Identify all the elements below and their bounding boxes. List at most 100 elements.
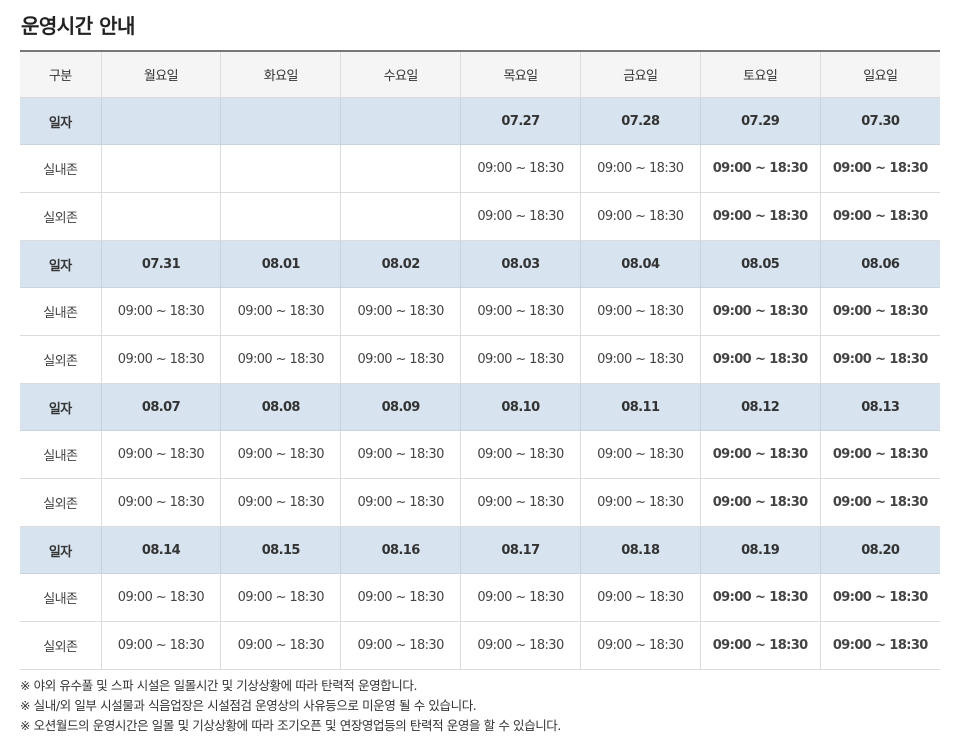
hours-cell-tuesday: 09:00 ~ 18:30 xyxy=(220,287,341,336)
hours-cell-monday: 09:00 ~ 18:30 xyxy=(100,478,221,527)
hours-cell-thursday: 09:00 ~ 18:30 xyxy=(460,335,581,384)
date-cell-tuesday: 08.15 xyxy=(220,526,341,574)
date-cell-thursday: 07.27 xyxy=(460,97,581,145)
hours-cell-friday: 09:00 ~ 18:30 xyxy=(579,621,701,670)
date-cell-tuesday xyxy=(220,97,341,145)
header-monday: 월요일 xyxy=(100,51,221,98)
hours-cell-saturday: 09:00 ~ 18:30 xyxy=(699,192,821,241)
hours-cell-thursday: 09:00 ~ 18:30 xyxy=(460,573,581,622)
hours-cell-monday: 09:00 ~ 18:30 xyxy=(100,573,221,622)
hours-cell-sunday: 09:00 ~ 18:30 xyxy=(819,192,940,241)
hours-cell-monday: 09:00 ~ 18:30 xyxy=(100,287,221,336)
date-cell-saturday: 08.12 xyxy=(699,383,821,431)
date-cell-friday: 08.18 xyxy=(579,526,701,574)
date-row: 일자 07.31 08.01 08.02 08.03 08.04 08.05 08.06 xyxy=(20,240,940,288)
hours-cell-friday: 09:00 ~ 18:30 xyxy=(579,573,701,622)
hours-cell-friday: 09:00 ~ 18:30 xyxy=(579,478,701,527)
header-wednesday: 수요일 xyxy=(340,51,461,98)
date-row-label: 일자 xyxy=(20,240,102,288)
page-title: 운영시간 안내 xyxy=(21,14,135,38)
hours-cell-friday: 09:00 ~ 18:30 xyxy=(579,430,701,479)
date-row: 일자 08.07 08.08 08.09 08.10 08.11 08.12 08.13 xyxy=(20,383,940,431)
date-cell-monday: 08.14 xyxy=(100,526,221,574)
note-line: ※ 실내/외 일부 시설물과 식음업장은 시설점검 운영상의 사유등으로 미운영… xyxy=(20,698,477,713)
hours-cell-saturday: 09:00 ~ 18:30 xyxy=(699,621,821,670)
header-category: 구분 xyxy=(20,51,102,98)
zone-label: 실내존 xyxy=(20,287,102,336)
indoor-zone-row: 실내존 09:00 ~ 18:30 09:00 ~ 18:30 09:00 ~ 18:… xyxy=(20,430,940,479)
date-cell-wednesday: 08.09 xyxy=(340,383,461,431)
operating-hours-table: 구분 월요일 화요일 수요일 목요일 금요일 토요일 일요일 일자 07.27 07… xyxy=(20,50,940,670)
hours-cell-sunday: 09:00 ~ 18:30 xyxy=(819,144,940,193)
table-header-row: 구분 월요일 화요일 수요일 목요일 금요일 토요일 일요일 xyxy=(20,51,940,98)
note-line: ※ 야외 유수풀 및 스파 시설은 일몰시간 및 기상상황에 따라 탄력적 운영… xyxy=(20,678,418,693)
date-cell-sunday: 08.06 xyxy=(819,240,940,288)
hours-cell-wednesday: 09:00 ~ 18:30 xyxy=(340,335,461,384)
indoor-zone-row: 실내존 09:00 ~ 18:30 09:00 ~ 18:30 09:00 ~ 18:… xyxy=(20,287,940,336)
zone-label: 실내존 xyxy=(20,573,102,622)
hours-cell-sunday: 09:00 ~ 18:30 xyxy=(819,335,940,384)
date-cell-friday: 08.04 xyxy=(579,240,701,288)
outdoor-zone-row: 실외존 09:00 ~ 18:30 09:00 ~ 18:30 09:00 ~ 18:… xyxy=(20,478,940,527)
hours-cell-sunday: 09:00 ~ 18:30 xyxy=(819,287,940,336)
indoor-zone-row: 실내존 09:00 ~ 18:30 09:00 ~ 18:30 09:00 ~ 18:… xyxy=(20,573,940,622)
operating-hours-page: 운영시간 안내 구분 월요일 화요일 수요일 목요일 금요일 토요일 일요일 일… xyxy=(0,0,955,746)
indoor-zone-row: 실내존 09:00 ~ 18:30 09:00 ~ 18:30 09:00 ~ 18:… xyxy=(20,144,940,193)
hours-cell-saturday: 09:00 ~ 18:30 xyxy=(699,144,821,193)
hours-cell-sunday: 09:00 ~ 18:30 xyxy=(819,621,940,670)
date-cell-sunday: 08.20 xyxy=(819,526,940,574)
hours-cell-wednesday xyxy=(340,192,461,241)
date-cell-friday: 08.11 xyxy=(579,383,701,431)
notes: ※ 야외 유수풀 및 스파 시설은 일몰시간 및 기상상황에 따라 탄력적 운영… xyxy=(20,676,561,736)
hours-cell-wednesday: 09:00 ~ 18:30 xyxy=(340,287,461,336)
date-row-label: 일자 xyxy=(20,383,102,431)
hours-cell-monday xyxy=(100,192,221,241)
date-cell-monday: 07.31 xyxy=(100,240,221,288)
zone-label: 실외존 xyxy=(20,478,102,527)
date-cell-tuesday: 08.08 xyxy=(220,383,341,431)
hours-cell-thursday: 09:00 ~ 18:30 xyxy=(460,430,581,479)
date-cell-monday: 08.07 xyxy=(100,383,221,431)
hours-cell-thursday: 09:00 ~ 18:30 xyxy=(460,621,581,670)
hours-cell-saturday: 09:00 ~ 18:30 xyxy=(699,287,821,336)
hours-cell-saturday: 09:00 ~ 18:30 xyxy=(699,478,821,527)
hours-cell-tuesday xyxy=(220,192,341,241)
hours-cell-thursday: 09:00 ~ 18:30 xyxy=(460,287,581,336)
hours-cell-sunday: 09:00 ~ 18:30 xyxy=(819,430,940,479)
hours-cell-tuesday: 09:00 ~ 18:30 xyxy=(220,478,341,527)
zone-label: 실내존 xyxy=(20,144,102,193)
date-row: 일자 07.27 07.28 07.29 07.30 xyxy=(20,97,940,145)
date-row: 일자 08.14 08.15 08.16 08.17 08.18 08.19 08.20 xyxy=(20,526,940,574)
zone-label: 실외존 xyxy=(20,621,102,670)
hours-cell-thursday: 09:00 ~ 18:30 xyxy=(460,144,581,193)
hours-cell-friday: 09:00 ~ 18:30 xyxy=(579,335,701,384)
hours-cell-tuesday: 09:00 ~ 18:30 xyxy=(220,430,341,479)
hours-cell-tuesday: 09:00 ~ 18:30 xyxy=(220,335,341,384)
hours-cell-friday: 09:00 ~ 18:30 xyxy=(579,144,701,193)
date-cell-thursday: 08.17 xyxy=(460,526,581,574)
hours-cell-wednesday: 09:00 ~ 18:30 xyxy=(340,621,461,670)
zone-label: 실외존 xyxy=(20,335,102,384)
hours-cell-tuesday xyxy=(220,144,341,193)
hours-cell-friday: 09:00 ~ 18:30 xyxy=(579,192,701,241)
hours-cell-friday: 09:00 ~ 18:30 xyxy=(579,287,701,336)
date-cell-sunday: 07.30 xyxy=(819,97,940,145)
hours-cell-monday xyxy=(100,144,221,193)
date-cell-saturday: 07.29 xyxy=(699,97,821,145)
hours-cell-wednesday: 09:00 ~ 18:30 xyxy=(340,478,461,527)
hours-cell-saturday: 09:00 ~ 18:30 xyxy=(699,335,821,384)
date-row-label: 일자 xyxy=(20,97,102,145)
hours-cell-saturday: 09:00 ~ 18:30 xyxy=(699,430,821,479)
hours-cell-thursday: 09:00 ~ 18:30 xyxy=(460,192,581,241)
zone-label: 실내존 xyxy=(20,430,102,479)
note-line: ※ 오션월드의 운영시간은 일몰 및 기상상황에 따라 조기오픈 및 연장영업등… xyxy=(20,718,561,733)
hours-cell-sunday: 09:00 ~ 18:30 xyxy=(819,478,940,527)
header-saturday: 토요일 xyxy=(699,51,821,98)
hours-cell-tuesday: 09:00 ~ 18:30 xyxy=(220,621,341,670)
hours-cell-tuesday: 09:00 ~ 18:30 xyxy=(220,573,341,622)
header-friday: 금요일 xyxy=(579,51,701,98)
date-cell-thursday: 08.03 xyxy=(460,240,581,288)
date-cell-thursday: 08.10 xyxy=(460,383,581,431)
date-cell-saturday: 08.19 xyxy=(699,526,821,574)
hours-cell-thursday: 09:00 ~ 18:30 xyxy=(460,478,581,527)
